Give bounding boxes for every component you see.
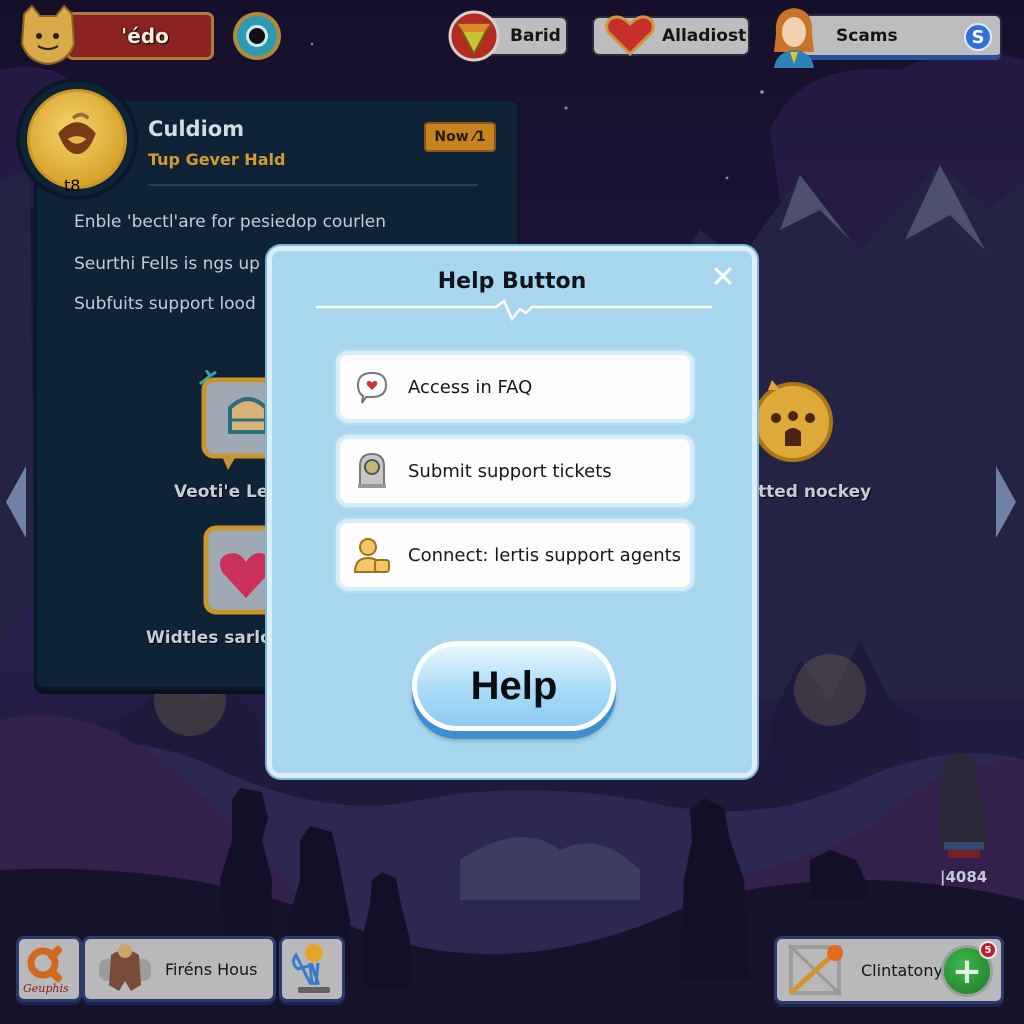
option-label: Access in FAQ: [408, 376, 533, 398]
option-submit-tickets[interactable]: Submit support tickets: [336, 435, 694, 507]
panel-divider: [148, 184, 478, 186]
resource-scams-label: Scams: [836, 25, 898, 46]
heartbeat-divider: [316, 299, 712, 322]
graphics-button[interactable]: Geuphis: [16, 936, 82, 1002]
panel-title: Culdiom: [148, 117, 245, 141]
triangle-gem-icon: [448, 10, 500, 62]
option-access-faq[interactable]: Access in FAQ: [336, 351, 694, 423]
panel-line: Subfuits support lood: [74, 294, 256, 314]
modal-title: Help Button: [437, 269, 587, 294]
panel-subtitle: Tup Gever Hald: [148, 150, 286, 169]
eye-icon: [237, 16, 277, 56]
player-name: 'édo: [121, 24, 169, 48]
panel-line: Seurthi Fells is ngs up: [74, 254, 260, 274]
feature-widtles-label: Widtles sarlo: [146, 628, 272, 648]
crossed-tools-icon: [787, 943, 843, 997]
heart-icon: [605, 15, 655, 56]
trophy-figure-icon: [291, 944, 330, 993]
help-button[interactable]: Help: [412, 641, 616, 731]
resource-scams[interactable]: Scams S: [800, 14, 1002, 60]
panel-line: Enble 'bectl'are for pesiedop courlen: [74, 212, 387, 232]
clintatony-label: Clintatony: [861, 960, 943, 980]
now-button[interactable]: Now ⁄1: [424, 122, 496, 152]
strongman-icon: [99, 944, 151, 991]
resource-alladiost-label: Alladiost: [662, 26, 747, 46]
player-portrait-avatar: [774, 8, 814, 68]
close-icon[interactable]: ✕: [708, 263, 738, 293]
cat-avatar-icon: [20, 4, 76, 66]
help-modal: Help Button ✕ Access in FAQ Submit suppo…: [267, 246, 757, 778]
wrench-icon: [27, 945, 63, 983]
friends-house-label: Firéns Hous: [165, 959, 258, 979]
clintatony-button[interactable]: Clintatony + 5: [774, 936, 1004, 1004]
friends-house-button[interactable]: Firéns Hous: [82, 936, 276, 1002]
notification-badge: 5: [979, 941, 997, 959]
help-button-label: Help: [470, 663, 558, 708]
graphics-label: Geuphis: [23, 982, 69, 995]
resource-barid-label: Barid: [510, 26, 561, 46]
feature-nockey-label: tted nockey: [758, 482, 872, 502]
level-badge: t8: [64, 176, 81, 195]
surprised-face-icon[interactable]: [752, 372, 834, 468]
option-connect-agents[interactable]: Connect: lertis support agents: [336, 519, 694, 591]
option-label: Connect: lertis support agents: [408, 544, 682, 566]
trophy-button[interactable]: [279, 936, 345, 1002]
eye-button[interactable]: [233, 12, 281, 60]
option-label: Submit support tickets: [408, 460, 612, 482]
golden-emblem-icon: [27, 89, 127, 189]
s-coin-icon: S: [964, 23, 992, 51]
ticket-machine-icon: [352, 451, 392, 491]
previous-arrow[interactable]: [6, 466, 26, 538]
agent-icon: [352, 535, 392, 575]
next-arrow[interactable]: [996, 466, 1016, 538]
chat-heart-icon: [352, 367, 392, 407]
score-counter: |4084: [940, 868, 988, 886]
player-name-pill[interactable]: 'édo: [18, 4, 214, 66]
feature-veotie-label: Veoti'e Les: [174, 482, 279, 502]
